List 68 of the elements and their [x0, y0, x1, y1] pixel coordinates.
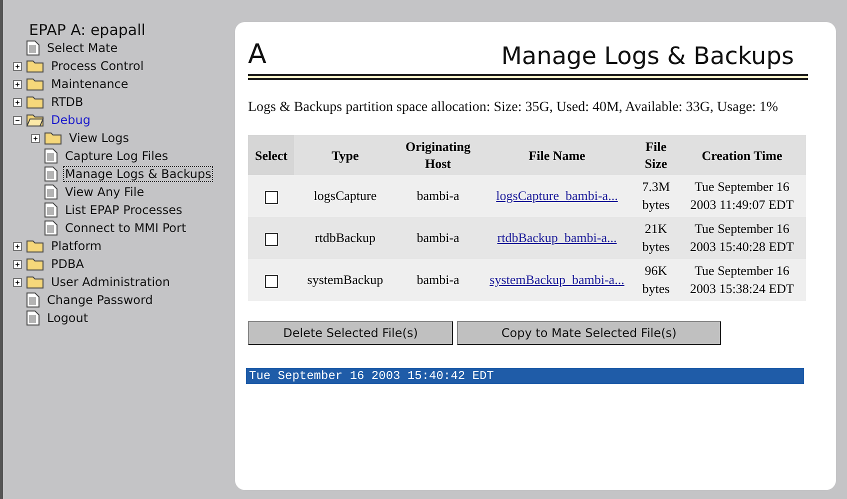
- tree-item[interactable]: RTDB: [50, 95, 84, 109]
- sidebar-title: EPAP A: epapall: [29, 22, 146, 39]
- expand-icon[interactable]: [13, 98, 22, 106]
- document-icon: [26, 292, 40, 308]
- document-icon: [44, 220, 58, 236]
- table-cell: systemBackup: [294, 259, 396, 301]
- document-icon: [44, 184, 58, 200]
- table-cell: bambi-a: [396, 175, 480, 217]
- document-icon: [44, 166, 58, 182]
- copy-button[interactable]: Copy to Mate Selected File(s): [457, 321, 721, 345]
- tree-item[interactable]: Capture Log Files: [64, 149, 170, 163]
- open-folder-icon: [26, 113, 44, 127]
- folder-icon: [26, 275, 44, 289]
- expand-icon[interactable]: [31, 134, 40, 142]
- expand-icon[interactable]: [13, 62, 22, 70]
- document-icon: [26, 310, 40, 326]
- folder-icon: [26, 59, 44, 73]
- tree-item[interactable]: User Administration: [50, 275, 171, 289]
- tree-item[interactable]: Debug: [50, 113, 92, 127]
- column-header: Creation Time: [678, 135, 806, 175]
- folder-icon: [44, 131, 62, 145]
- select-checkbox[interactable]: [264, 274, 278, 288]
- tree-item[interactable]: Select Mate: [46, 41, 119, 55]
- delete-button[interactable]: Delete Selected File(s): [248, 321, 453, 345]
- select-checkbox[interactable]: [264, 190, 278, 204]
- table-cell: logsCapture: [294, 175, 396, 217]
- table-cell: 96K bytes: [634, 259, 678, 301]
- collapse-icon[interactable]: [13, 116, 22, 124]
- expand-icon[interactable]: [13, 260, 22, 268]
- select-checkbox[interactable]: [264, 232, 278, 246]
- folder-icon: [26, 95, 44, 109]
- column-header: Originating Host: [396, 135, 480, 175]
- column-header: Type: [294, 135, 396, 175]
- column-header: File Size: [634, 135, 678, 175]
- status-bar: Tue September 16 2003 15:40:42 EDT: [246, 368, 804, 384]
- tree-item[interactable]: Change Password: [46, 293, 154, 307]
- table-cell: Tue September 16 2003 11:49:07 EDT: [678, 175, 806, 217]
- tree-item[interactable]: Platform: [50, 239, 103, 253]
- tree-item[interactable]: Manage Logs & Backups: [64, 167, 212, 181]
- folder-icon: [26, 257, 44, 271]
- document-icon: [44, 148, 58, 164]
- tree-item[interactable]: Connect to MMI Port: [64, 221, 188, 235]
- tree-item[interactable]: Maintenance: [50, 77, 130, 91]
- document-icon: [26, 40, 40, 56]
- expand-icon[interactable]: [13, 278, 22, 286]
- table-cell: 21K bytes: [634, 217, 678, 259]
- allocation-text: Logs & Backups partition space allocation: Size: 35G, Used: 40M, Available: 33G, Usage: 1%: [248, 99, 780, 117]
- table-cell: bambi-a: [396, 217, 480, 259]
- table-cell: rtdbBackup: [294, 217, 396, 259]
- table-cell: Tue September 16 2003 15:40:28 EDT: [678, 217, 806, 259]
- tree-item[interactable]: PDBA: [50, 257, 85, 271]
- table-cell: Tue September 16 2003 15:38:24 EDT: [678, 259, 806, 301]
- folder-icon: [26, 239, 44, 253]
- folder-icon: [26, 77, 44, 91]
- tree-item[interactable]: View Logs: [68, 131, 130, 145]
- expand-icon[interactable]: [13, 80, 22, 88]
- table-cell: bambi-a: [396, 259, 480, 301]
- table-cell: 7.3M bytes: [634, 175, 678, 217]
- tree-item[interactable]: List EPAP Processes: [64, 203, 184, 217]
- document-icon: [44, 202, 58, 218]
- column-header: File Name: [480, 135, 634, 175]
- tree-item[interactable]: View Any File: [64, 185, 146, 199]
- tree-item[interactable]: Logout: [46, 311, 90, 325]
- expand-icon[interactable]: [13, 242, 22, 250]
- server-letter: A: [248, 39, 266, 70]
- column-header: Select: [248, 135, 294, 175]
- tree-item[interactable]: Process Control: [50, 59, 145, 73]
- page-title: Manage Logs & Backups: [501, 42, 794, 70]
